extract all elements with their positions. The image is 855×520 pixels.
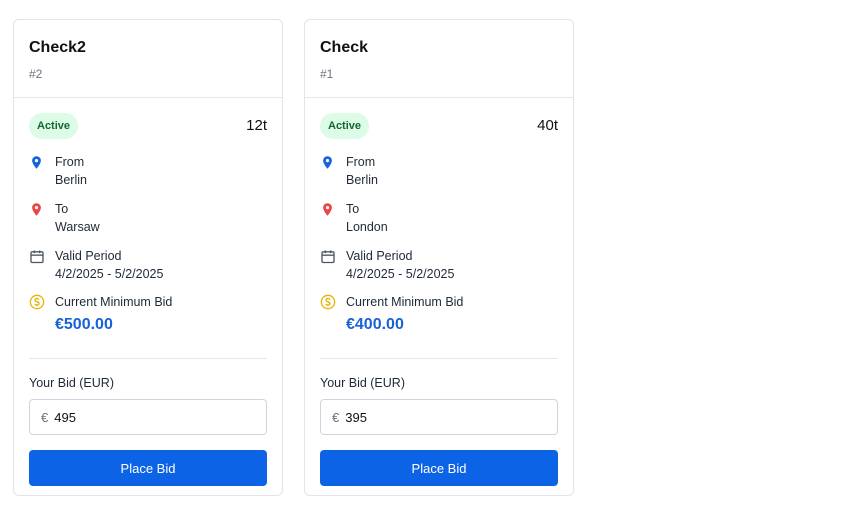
auction-card: Check #1 Active 40t From Berlin To Londo… — [304, 19, 574, 496]
destination-pin-icon — [29, 200, 47, 236]
location-pin-icon — [29, 153, 47, 189]
min-bid-label: Current Minimum Bid — [346, 295, 464, 309]
your-bid-label: Your Bid (EUR) — [320, 376, 405, 390]
bid-input[interactable] — [345, 409, 526, 425]
min-bid-label: Current Minimum Bid — [55, 295, 173, 309]
period-row: Valid Period 4/2/2025 - 5/2/2025 — [320, 247, 558, 283]
calendar-icon — [29, 247, 47, 283]
your-bid-label: Your Bid (EUR) — [29, 376, 114, 390]
place-bid-button[interactable]: Place Bid — [29, 450, 267, 486]
from-value: Berlin — [346, 173, 378, 187]
card-header: Check2 #2 — [14, 20, 282, 98]
weight-value: 12t — [246, 117, 267, 134]
from-label: From — [346, 155, 376, 169]
status-badge: Active — [320, 112, 370, 139]
to-label: To — [55, 202, 69, 216]
to-value: Warsaw — [55, 220, 100, 234]
card-header: Check #1 — [305, 20, 573, 98]
period-label: Valid Period — [55, 249, 122, 263]
card-title: Check2 — [29, 39, 86, 56]
period-row: Valid Period 4/2/2025 - 5/2/2025 — [29, 247, 267, 283]
min-bid-row: Current Minimum Bid €500.00 — [29, 293, 267, 334]
period-value: 4/2/2025 - 5/2/2025 — [55, 267, 164, 281]
to-value: London — [346, 220, 388, 234]
period-label: Valid Period — [346, 249, 413, 263]
period-value: 4/2/2025 - 5/2/2025 — [346, 267, 455, 281]
bid-input-wrapper[interactable]: € — [29, 399, 267, 435]
to-row: To Warsaw — [29, 200, 267, 236]
weight-value: 40t — [537, 117, 558, 134]
bid-input[interactable] — [54, 409, 235, 425]
coin-icon — [29, 293, 47, 334]
min-bid-value: €400.00 — [346, 316, 404, 333]
calendar-icon — [320, 247, 338, 283]
bid-input-wrapper[interactable]: € — [320, 399, 558, 435]
place-bid-button[interactable]: Place Bid — [320, 450, 558, 486]
coin-icon — [320, 293, 338, 334]
euro-symbol: € — [332, 409, 340, 425]
divider — [29, 358, 267, 359]
to-label: To — [346, 202, 360, 216]
from-row: From Berlin — [320, 153, 558, 189]
card-title: Check — [320, 39, 369, 56]
from-label: From — [55, 155, 85, 169]
auction-card: Check2 #2 Active 12t From Berlin To Wars… — [13, 19, 283, 496]
to-row: To London — [320, 200, 558, 236]
min-bid-row: Current Minimum Bid €400.00 — [320, 293, 558, 334]
status-badge: Active — [29, 112, 79, 139]
min-bid-value: €500.00 — [55, 316, 113, 333]
destination-pin-icon — [320, 200, 338, 236]
location-pin-icon — [320, 153, 338, 189]
divider — [320, 358, 558, 359]
auction-cards: Check2 #2 Active 12t From Berlin To Wars… — [0, 0, 855, 520]
euro-symbol: € — [41, 409, 49, 425]
from-row: From Berlin — [29, 153, 267, 189]
card-id: #1 — [320, 67, 334, 81]
from-value: Berlin — [55, 173, 87, 187]
card-id: #2 — [29, 67, 43, 81]
